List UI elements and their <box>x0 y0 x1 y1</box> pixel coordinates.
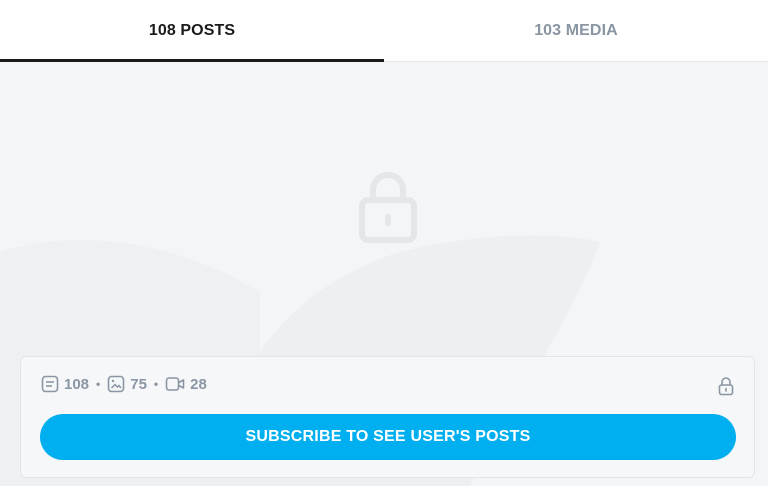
posts-count-value: 108 <box>64 375 90 393</box>
separator-dot: • <box>96 377 101 391</box>
video-icon <box>165 377 185 391</box>
videos-count-value: 28 <box>190 375 207 393</box>
post-icon <box>41 375 59 393</box>
subscribe-panel: 108 • 75 • 28 SUBSCRIBE TO SEE USER'S PO… <box>20 356 755 478</box>
tab-posts-label: 108 POSTS <box>148 21 236 39</box>
images-count-value: 75 <box>130 375 147 393</box>
profile-tabs: 108 POSTS 103 MEDIA <box>0 0 768 62</box>
lock-icon <box>718 377 734 396</box>
lock-icon <box>359 172 417 243</box>
separator-dot: • <box>153 377 159 391</box>
content-stats: 108 • 75 • 28 <box>41 375 207 393</box>
posts-count: 108 <box>41 375 89 393</box>
tab-media[interactable]: 103 MEDIA <box>384 0 768 61</box>
tab-media-label: 103 MEDIA <box>534 21 618 39</box>
images-count: 75 <box>107 375 147 393</box>
videos-count: 28 <box>165 375 207 393</box>
subscribe-button[interactable]: SUBSCRIBE TO SEE USER'S POSTS <box>40 414 736 460</box>
image-icon <box>107 375 125 393</box>
tab-posts[interactable]: 108 POSTS <box>0 0 384 62</box>
